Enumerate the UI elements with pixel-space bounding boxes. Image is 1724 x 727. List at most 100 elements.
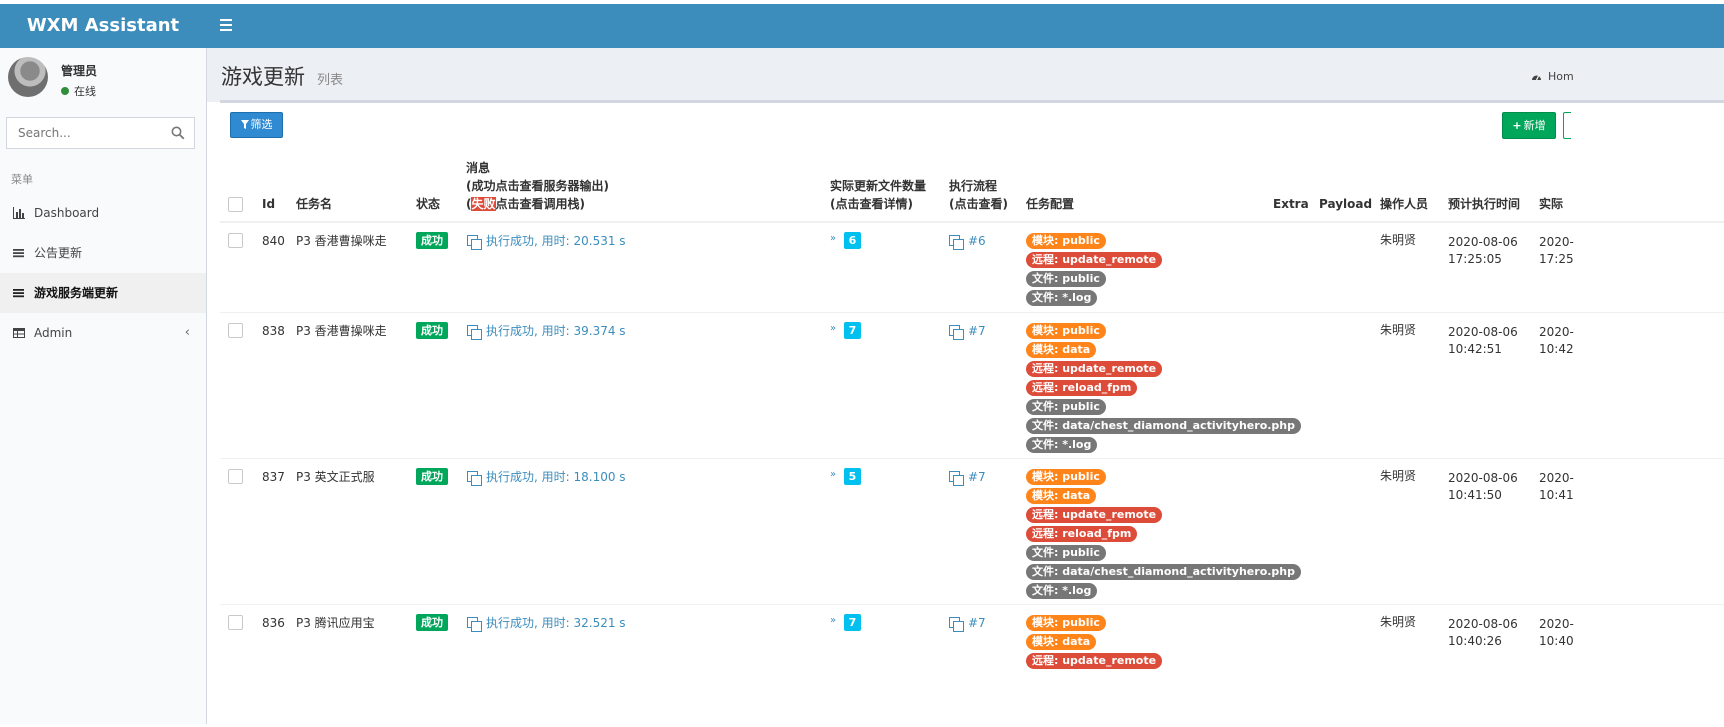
file-count-badge[interactable]: 6 — [844, 232, 861, 249]
copy-icon — [949, 471, 964, 486]
flow-link[interactable]: #7 — [949, 616, 986, 632]
row-actual-date: 2020- — [1539, 471, 1574, 485]
double-chevron-down-icon[interactable]: » — [830, 616, 836, 626]
flow-link[interactable]: #6 — [949, 234, 986, 250]
row-message-link[interactable]: 执行成功, 用时: 39.374 s — [467, 324, 626, 340]
row-actual-time: 2020- 17:25 — [1539, 234, 1574, 268]
row-divider — [220, 458, 1724, 459]
row-message-link[interactable]: 执行成功, 用时: 18.100 s — [467, 470, 626, 486]
sidebar-item-dashboard[interactable]: Dashboard — [0, 193, 206, 233]
row-planned-clock: 10:40:26 — [1448, 634, 1502, 648]
row-operator: 朱明贤 — [1380, 615, 1417, 629]
sidebar-toggle-icon[interactable] — [220, 19, 232, 31]
col-header-message-title: 消息 — [466, 161, 491, 175]
row-planned-time: 2020-08-06 10:41:50 — [1448, 470, 1518, 504]
double-chevron-down-icon[interactable]: » — [830, 470, 836, 480]
row-id: 840 — [262, 234, 285, 248]
select-all-checkbox[interactable] — [228, 197, 243, 212]
row-planned-time: 2020-08-06 10:40:26 — [1448, 616, 1518, 650]
row-checkbox[interactable] — [228, 615, 243, 630]
col-header-extra[interactable]: Extra — [1273, 195, 1309, 213]
add-button-label: 新增 — [1523, 119, 1546, 132]
col-header-actual-time[interactable]: 实际 — [1539, 195, 1563, 213]
fail-highlight: 失败 — [471, 197, 496, 211]
config-tag: 文件: *.log — [1026, 583, 1098, 599]
sidebar-item-label: Dashboard — [34, 206, 100, 220]
copy-icon — [949, 617, 964, 632]
row-planned-date: 2020-08-06 — [1448, 471, 1518, 485]
row-name: P3 英文正式服 — [296, 470, 375, 484]
config-tag: 模块: data — [1026, 488, 1097, 504]
col-header-planned-time[interactable]: 预计执行时间 — [1448, 195, 1520, 213]
file-count-badge[interactable]: 5 — [844, 468, 861, 485]
filter-button-label: 筛选 — [250, 118, 273, 131]
row-name: P3 香港曹操咪走 — [296, 324, 387, 338]
plus-icon: + — [1512, 119, 1522, 132]
row-actual-clock: 10:40 — [1539, 634, 1574, 648]
sidebar-item-game-server-update[interactable]: 游戏服务端更新 — [0, 273, 206, 313]
search-icon[interactable] — [171, 126, 185, 140]
config-tag: 文件: public — [1026, 399, 1106, 415]
double-chevron-down-icon[interactable]: » — [830, 234, 836, 244]
file-count-badge[interactable]: 7 — [844, 614, 861, 631]
filter-button[interactable]: 筛选 — [230, 112, 283, 138]
row-checkbox[interactable] — [228, 323, 243, 338]
list-icon — [13, 249, 24, 258]
col-header-config[interactable]: 任务配置 — [1026, 195, 1074, 213]
row-message-text: 执行成功, 用时: 39.374 s — [486, 324, 626, 338]
row-checkbox[interactable] — [228, 233, 243, 248]
header-divider — [220, 221, 1724, 223]
copy-icon — [467, 471, 482, 486]
row-name: P3 腾讯应用宝 — [296, 616, 375, 630]
flow-link[interactable]: #7 — [949, 470, 986, 486]
row-id: 836 — [262, 616, 285, 630]
copy-icon — [467, 617, 482, 632]
row-message-text: 执行成功, 用时: 18.100 s — [486, 470, 626, 484]
status-badge: 成功 — [416, 232, 448, 249]
sidebar-item-admin[interactable]: Admin ‹ — [0, 313, 206, 353]
file-count-badge[interactable]: 7 — [844, 322, 861, 339]
col-header-id[interactable]: Id — [262, 195, 275, 213]
breadcrumb[interactable]: Hom — [1531, 70, 1574, 83]
row-checkbox[interactable] — [228, 469, 243, 484]
row-actual-time: 2020- 10:40 — [1539, 616, 1574, 650]
search-input[interactable] — [7, 118, 168, 148]
col-header-message[interactable]: 消息 (成功点击查看服务器输出) (失败点击查看调用栈) — [466, 159, 609, 213]
row-actual-clock: 17:25 — [1539, 252, 1574, 266]
sidebar-item-announcements[interactable]: 公告更新 — [0, 233, 206, 273]
row-operator: 朱明贤 — [1380, 233, 1417, 247]
more-button[interactable] — [1563, 112, 1571, 139]
sidebar-item-label: Admin — [34, 326, 73, 340]
copy-icon — [949, 325, 964, 340]
row-actual-time: 2020- 10:42 — [1539, 324, 1574, 358]
col-header-flow[interactable]: 执行流程 (点击查看) — [949, 177, 1008, 213]
status-badge: 成功 — [416, 322, 448, 339]
bar-chart-icon — [13, 207, 25, 219]
col-header-payload[interactable]: Payload — [1319, 195, 1372, 213]
row-message-link[interactable]: 执行成功, 用时: 20.531 s — [467, 234, 626, 250]
flow-link-text: #7 — [968, 616, 986, 630]
col-header-name[interactable]: 任务名 — [296, 195, 332, 213]
chevron-left-icon: ‹ — [184, 325, 190, 340]
sidebar: 管理员 在线 菜单 Dashboard 公告更新 游戏服务端更新 — [0, 48, 207, 724]
row-divider — [220, 312, 1724, 313]
copy-icon — [467, 325, 482, 340]
col-header-operator[interactable]: 操作人员 — [1380, 195, 1428, 213]
row-message-link[interactable]: 执行成功, 用时: 32.521 s — [467, 616, 626, 632]
col-header-status[interactable]: 状态 — [416, 195, 440, 213]
content-header: 游戏更新 列表 Hom — [207, 48, 1724, 102]
row-divider — [220, 604, 1724, 605]
sidebar-search — [6, 117, 195, 149]
user-name: 管理员 — [61, 64, 98, 78]
add-button[interactable]: + 新增 — [1502, 112, 1556, 139]
flow-link[interactable]: #7 — [949, 324, 986, 340]
config-tags: 模块: public 模块: data 远程: update_remote — [1026, 615, 1266, 672]
app-logo[interactable]: WXM Assistant — [0, 4, 206, 48]
col-header-file-count[interactable]: 实际更新文件数量 (点击查看详情) — [830, 177, 926, 213]
breadcrumb-home[interactable]: Hom — [1548, 70, 1574, 83]
double-chevron-down-icon[interactable]: » — [830, 324, 836, 334]
config-tag: 远程: update_remote — [1026, 507, 1163, 523]
row-id: 837 — [262, 470, 285, 484]
online-dot-icon — [61, 87, 69, 95]
config-tag: 远程: update_remote — [1026, 361, 1163, 377]
